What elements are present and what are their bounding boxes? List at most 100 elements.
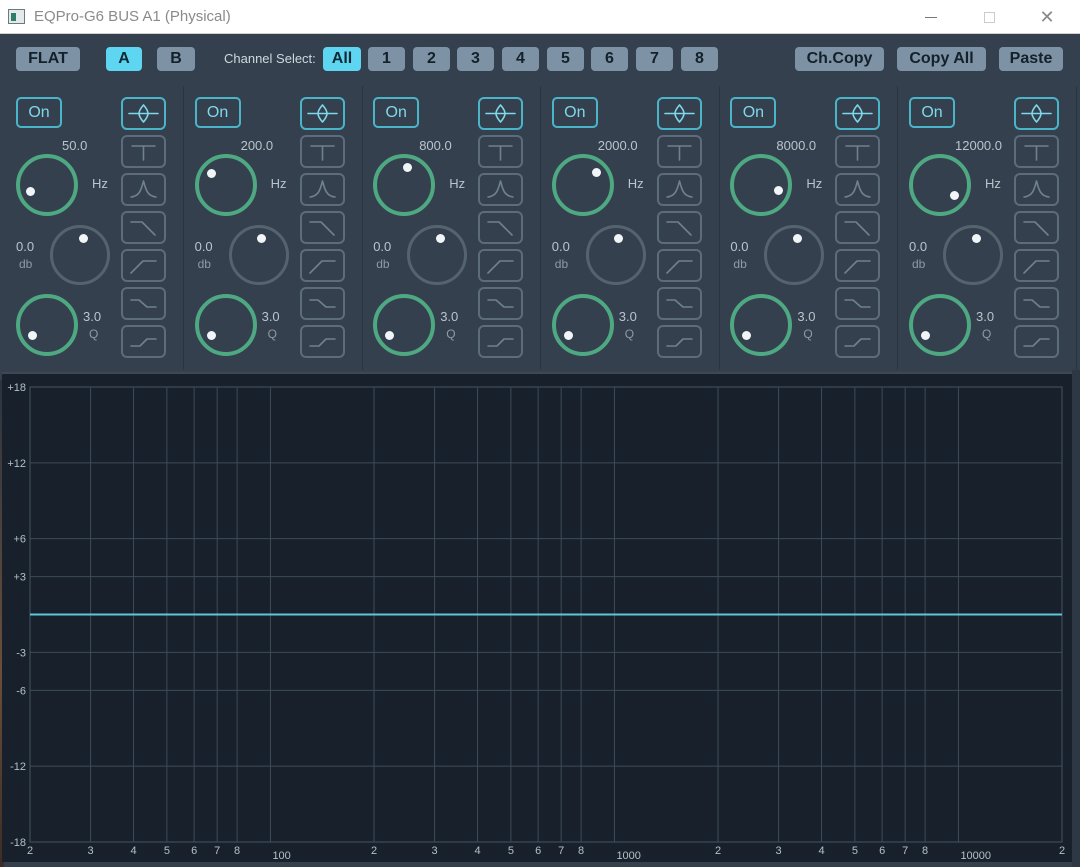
- maximize-button[interactable]: [966, 0, 1012, 34]
- low-pass-filter-icon: [1023, 221, 1049, 236]
- channel-4-button[interactable]: 4: [502, 47, 539, 71]
- paste-button[interactable]: Paste: [999, 47, 1063, 71]
- gain-knob[interactable]: [228, 225, 289, 285]
- filter-notch-button[interactable]: [299, 135, 345, 168]
- q-knob[interactable]: [194, 294, 257, 356]
- filter-bandpass-button[interactable]: [478, 173, 524, 206]
- filter-high-pass-button[interactable]: [478, 249, 524, 282]
- filter-low-shelf-button[interactable]: [299, 287, 345, 320]
- x-tick-label: 4: [474, 845, 480, 857]
- filter-high-shelf-button[interactable]: [1014, 325, 1059, 358]
- high-pass-filter-icon: [844, 260, 872, 274]
- band-on-toggle[interactable]: On: [16, 97, 62, 128]
- x-tick-label: 2: [27, 845, 33, 857]
- band-on-toggle[interactable]: On: [909, 97, 955, 128]
- filter-peaking-button[interactable]: [121, 97, 166, 130]
- channel-8-button[interactable]: 8: [681, 47, 718, 71]
- band-on-toggle[interactable]: On: [194, 97, 241, 128]
- filter-bandpass-button[interactable]: [656, 173, 702, 206]
- filter-high-shelf-button[interactable]: [835, 325, 881, 358]
- band-on-toggle[interactable]: On: [730, 97, 777, 128]
- x-tick-label: 6: [879, 845, 885, 857]
- notch-filter-icon: [1024, 145, 1049, 161]
- filter-notch-button[interactable]: [1014, 135, 1059, 168]
- freq-knob[interactable]: [194, 154, 257, 216]
- band-on-toggle[interactable]: On: [373, 97, 420, 128]
- filter-low-pass-button[interactable]: [478, 211, 524, 244]
- eq-graph-svg[interactable]: +18+12+6+3-3-6-12-182 3 4 5 6 7 8 100 2 3 4 5 6 7 8 100…: [2, 374, 1072, 864]
- preset-a-button[interactable]: A: [106, 47, 142, 71]
- filter-notch-button[interactable]: [835, 135, 881, 168]
- filter-high-pass-button[interactable]: [835, 249, 881, 282]
- filter-high-shelf-button[interactable]: [121, 325, 166, 358]
- filter-high-pass-button[interactable]: [299, 249, 345, 282]
- filter-bandpass-button[interactable]: [835, 173, 881, 206]
- high-shelf-filter-icon: [487, 338, 514, 347]
- knob-indicator: [971, 233, 981, 243]
- close-button[interactable]: ✕: [1024, 0, 1070, 34]
- channel-3-button[interactable]: 3: [457, 47, 494, 71]
- gain-knob[interactable]: [50, 225, 110, 285]
- q-knob[interactable]: [730, 294, 793, 356]
- filter-low-shelf-button[interactable]: [835, 287, 881, 320]
- filter-low-shelf-button[interactable]: [1014, 287, 1059, 320]
- filter-low-pass-button[interactable]: [656, 211, 702, 244]
- filter-low-shelf-button[interactable]: [656, 287, 702, 320]
- filter-peaking-button[interactable]: [299, 97, 345, 130]
- channel-2-button[interactable]: 2: [413, 47, 450, 71]
- flat-button[interactable]: FLAT: [16, 47, 80, 71]
- ch-copy-button[interactable]: Ch.Copy: [795, 47, 884, 71]
- filter-low-shelf-button[interactable]: [121, 287, 166, 320]
- band-on-toggle[interactable]: On: [551, 97, 598, 128]
- filter-low-pass-button[interactable]: [1014, 211, 1059, 244]
- channel-all-button[interactable]: All: [323, 47, 361, 71]
- filter-notch-button[interactable]: [656, 135, 702, 168]
- q-knob[interactable]: [373, 294, 436, 356]
- x-tick-label: 2: [1059, 845, 1065, 857]
- filter-peaking-button[interactable]: [1014, 97, 1059, 130]
- channel-5-button[interactable]: 5: [547, 47, 584, 71]
- filter-high-shelf-button[interactable]: [478, 325, 524, 358]
- freq-knob[interactable]: [730, 154, 793, 216]
- minimize-button[interactable]: [908, 0, 954, 34]
- copy-all-button[interactable]: Copy All: [897, 47, 986, 71]
- title-bar[interactable]: EQPro-G6 BUS A1 (Physical) ✕: [0, 0, 1080, 34]
- preset-b-button[interactable]: B: [157, 47, 195, 71]
- filter-peaking-button[interactable]: [478, 97, 524, 130]
- filter-notch-button[interactable]: [478, 135, 524, 168]
- filter-low-pass-button[interactable]: [299, 211, 345, 244]
- low-pass-filter-icon: [665, 221, 692, 236]
- q-knob[interactable]: [909, 294, 971, 356]
- filter-high-pass-button[interactable]: [1014, 249, 1059, 282]
- freq-knob[interactable]: [909, 154, 971, 216]
- notch-filter-icon: [666, 145, 692, 161]
- filter-low-shelf-button[interactable]: [478, 287, 524, 320]
- x-tick-label: 7: [214, 845, 220, 857]
- filter-high-shelf-button[interactable]: [656, 325, 702, 358]
- filter-bandpass-button[interactable]: [121, 173, 166, 206]
- q-knob[interactable]: [16, 294, 78, 356]
- channel-1-button[interactable]: 1: [368, 47, 405, 71]
- freq-knob[interactable]: [373, 154, 436, 216]
- gain-knob[interactable]: [943, 225, 1003, 285]
- knob-indicator: [402, 162, 412, 172]
- gain-knob[interactable]: [764, 225, 825, 285]
- filter-peaking-button[interactable]: [656, 97, 702, 130]
- filter-low-pass-button[interactable]: [835, 211, 881, 244]
- filter-high-pass-button[interactable]: [656, 249, 702, 282]
- eq-response-graph[interactable]: +18 +12 +6 +3 -3 -6 -12 -18 2 3 4 5 6 7 8 100 2 3 4 5 6 7 8 100…: [2, 372, 1072, 862]
- gain-knob[interactable]: [585, 225, 646, 285]
- filter-peaking-button[interactable]: [835, 97, 881, 130]
- filter-bandpass-button[interactable]: [299, 173, 345, 206]
- filter-high-pass-button[interactable]: [121, 249, 166, 282]
- gain-knob[interactable]: [407, 225, 468, 285]
- filter-bandpass-button[interactable]: [1014, 173, 1059, 206]
- filter-notch-button[interactable]: [121, 135, 166, 168]
- freq-knob[interactable]: [551, 154, 614, 216]
- filter-high-shelf-button[interactable]: [299, 325, 345, 358]
- filter-low-pass-button[interactable]: [121, 211, 166, 244]
- freq-knob[interactable]: [16, 154, 78, 216]
- channel-6-button[interactable]: 6: [591, 47, 628, 71]
- channel-7-button[interactable]: 7: [636, 47, 673, 71]
- q-knob[interactable]: [551, 294, 614, 356]
